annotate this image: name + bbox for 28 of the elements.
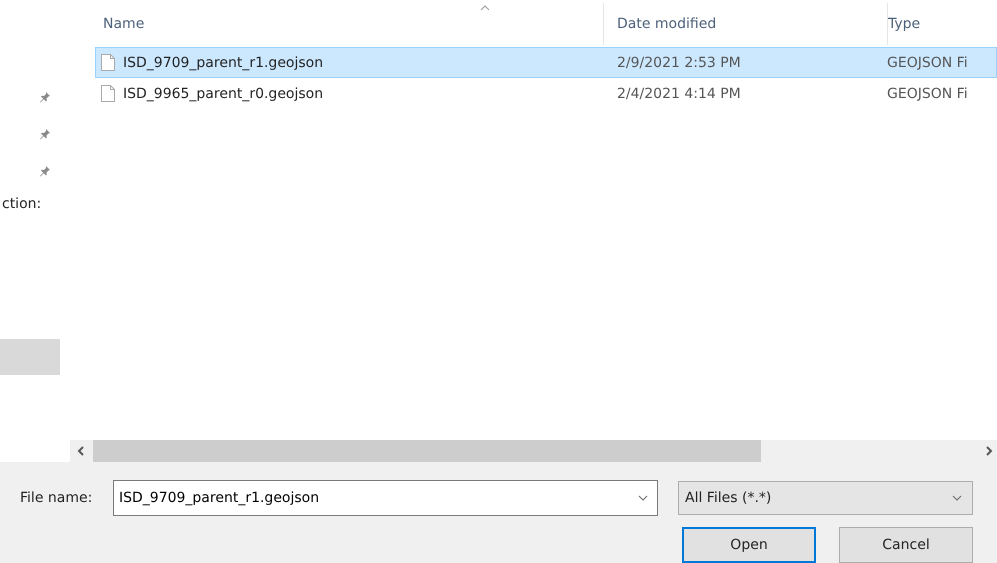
file-type-dropdown[interactable]: All Files (*.*) xyxy=(678,481,973,515)
sidebar-item[interactable]: ction: xyxy=(2,196,42,212)
file-name-field[interactable]: ISD_9709_parent_r1.geojson xyxy=(113,480,658,516)
column-header[interactable]: Name xyxy=(103,16,144,32)
file-row[interactable]: ISD_9709_parent_r1.geojson 2/9/2021 2:53 PM GEOJSON Fi xyxy=(95,47,997,78)
file-icon xyxy=(101,54,115,71)
type-cell: GEOJSON Fi xyxy=(887,54,968,70)
scroll-right-icon[interactable] xyxy=(985,446,993,456)
type-cell: GEOJSON Fi xyxy=(887,86,968,102)
pin-icon[interactable] xyxy=(39,90,51,102)
sort-caret-icon xyxy=(480,5,490,11)
open-button[interactable]: Open xyxy=(682,527,816,563)
file-row[interactable]: ISD_9965_parent_r0.geojson 2/4/2021 4:14 PM GEOJSON Fi xyxy=(95,78,997,109)
horizontal-scrollbar[interactable] xyxy=(70,440,997,462)
file-name-label: File name: xyxy=(20,490,94,506)
dropdown-caret-icon[interactable] xyxy=(638,495,648,501)
column-header[interactable]: Type xyxy=(888,16,920,32)
scroll-left-icon[interactable] xyxy=(77,446,85,456)
date-cell: 2/4/2021 4:14 PM xyxy=(617,86,741,102)
column-header[interactable]: Date modified xyxy=(617,16,716,32)
date-cell: 2/9/2021 2:53 PM xyxy=(617,54,741,70)
cancel-button[interactable]: Cancel xyxy=(839,527,973,563)
file-name: ISD_9965_parent_r0.geojson xyxy=(123,86,324,102)
pin-icon[interactable] xyxy=(39,128,51,140)
file-icon xyxy=(101,85,115,102)
file-name: ISD_9709_parent_r1.geojson xyxy=(123,54,324,70)
dropdown-caret-icon[interactable] xyxy=(952,495,962,501)
pin-icon[interactable] xyxy=(39,164,51,176)
